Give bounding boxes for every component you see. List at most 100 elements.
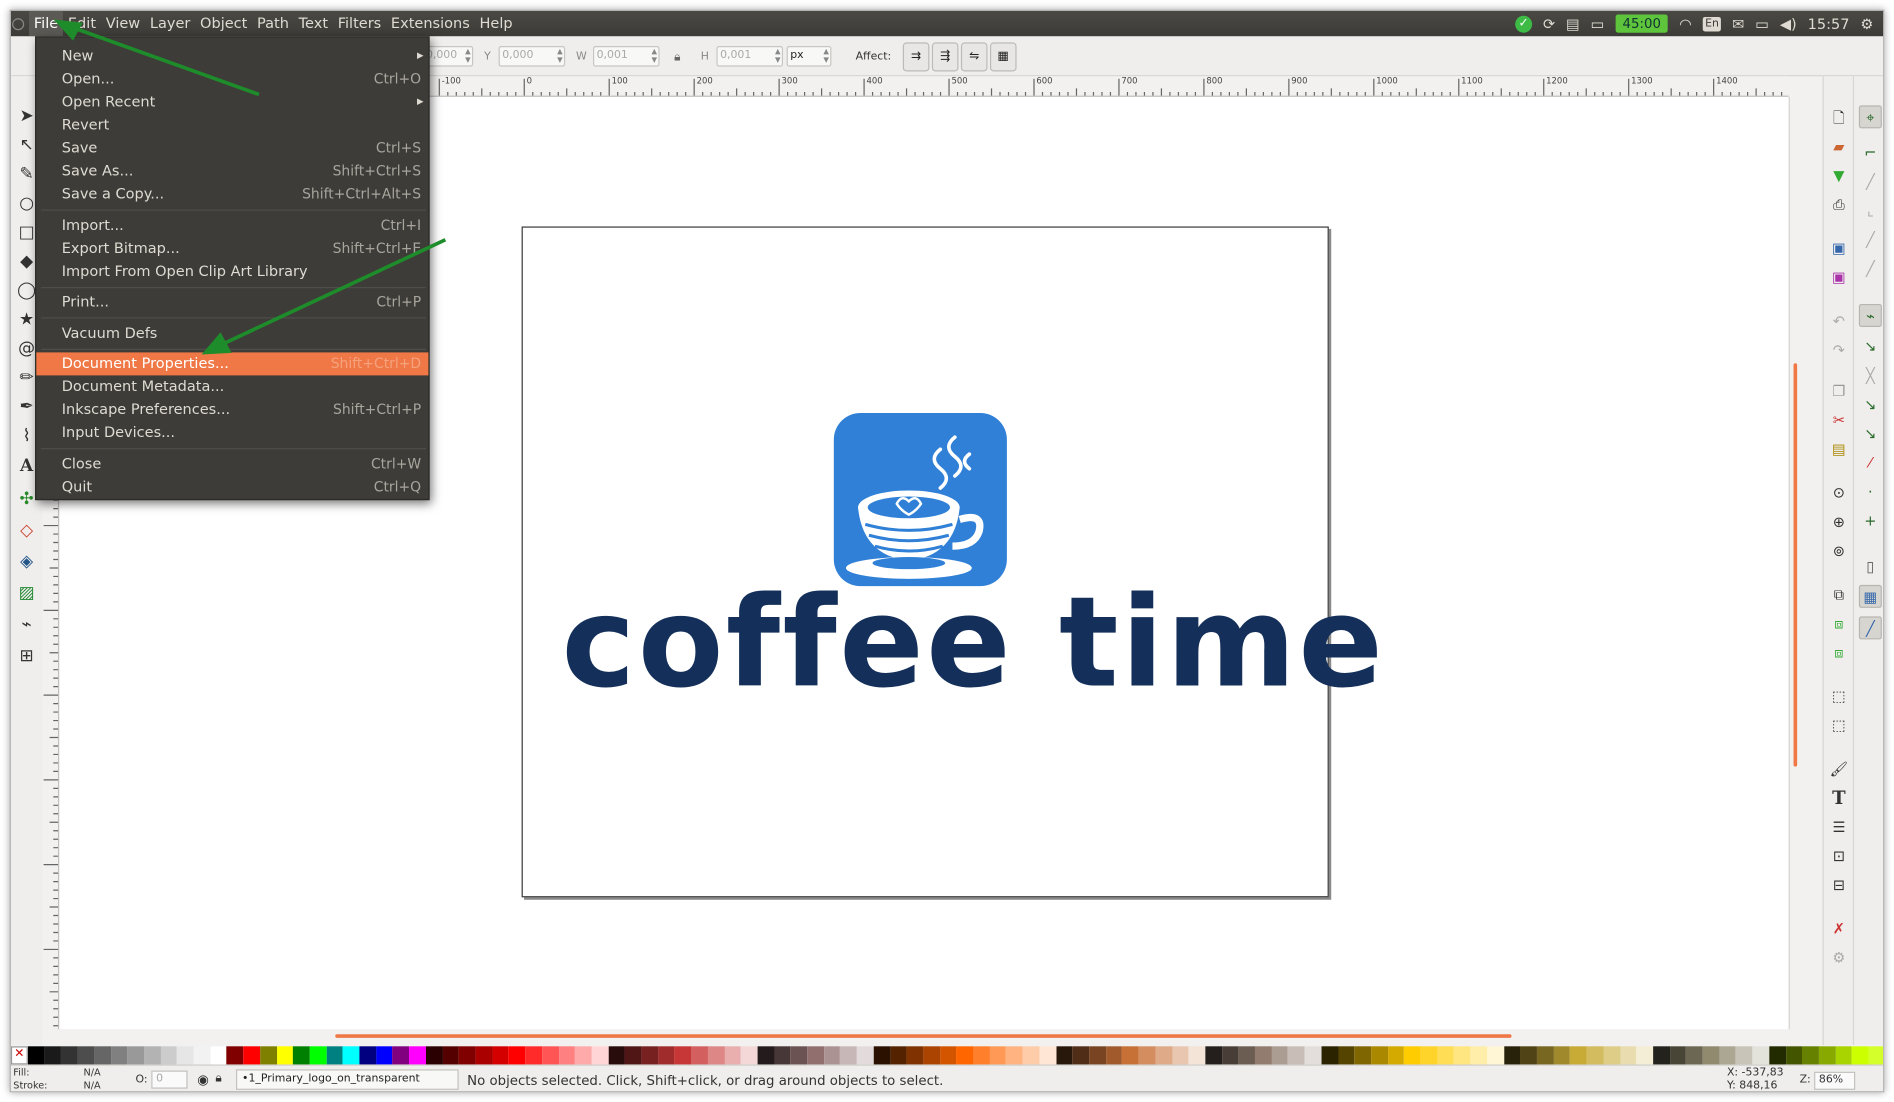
snap-bbox-midpoint-icon[interactable]: ╱ [1859,229,1882,252]
current-layer-select[interactable]: •1_Primary_logo_on_transparent [235,1069,459,1090]
ungroup-icon[interactable]: ⬚ [1829,716,1850,737]
file-menu-item[interactable]: Export Bitmap... Shift+Ctrl+E [36,237,428,260]
transform-gradients-icon[interactable]: ⇋ [960,42,988,72]
snap-path-icon[interactable]: ↘ [1859,335,1882,358]
mail-icon[interactable]: ✉ [1732,15,1744,32]
file-menu-item[interactable]: Quit Ctrl+Q [36,475,428,498]
file-menu-item[interactable]: Document Properties... Shift+Ctrl+D [36,352,429,376]
palette-swatch[interactable] [1371,1046,1388,1065]
palette-swatch[interactable] [823,1046,841,1065]
file-menu-item[interactable]: Import From Open Clip Art Library [36,260,428,283]
palette-swatch[interactable] [658,1046,675,1065]
palette-swatch[interactable] [1719,1046,1736,1065]
palette-swatch[interactable] [143,1046,161,1065]
palette-swatch[interactable] [1006,1046,1023,1065]
palette-swatch[interactable] [1785,1046,1803,1065]
menu-edit[interactable]: Edit [63,11,101,36]
palette-swatch[interactable] [1702,1046,1720,1065]
snap-cusp-nodes-icon[interactable]: ↘ [1859,394,1882,417]
palette-swatch[interactable] [1802,1046,1819,1065]
align-distribute-icon[interactable]: ⊟ [1829,876,1850,897]
palette-swatch[interactable] [873,1046,891,1065]
snap-path-intersection-icon[interactable]: ╳ [1859,365,1882,388]
palette-swatch[interactable] [541,1046,559,1065]
palette-swatch[interactable] [210,1046,227,1065]
palette-swatch[interactable] [774,1046,791,1065]
file-menu-item[interactable]: Input Devices... [36,421,428,444]
duplicate-icon[interactable]: ⧉ [1829,585,1850,606]
palette-swatch[interactable] [475,1046,493,1065]
bucket-tool-icon[interactable]: ◈ [16,551,38,573]
export-icon[interactable]: ▣ [1829,268,1850,289]
save-icon[interactable]: ▼ [1829,166,1850,187]
snap-rotation-center-icon[interactable]: + [1859,510,1882,533]
palette-swatch[interactable] [558,1046,576,1065]
palette-swatch[interactable] [1752,1046,1770,1065]
timer-indicator[interactable]: 45:00 [1615,14,1669,33]
palette-swatch[interactable] [293,1046,310,1065]
volume-icon[interactable]: ◀) [1780,15,1797,32]
palette-swatch[interactable] [1221,1046,1239,1065]
palette-swatch[interactable] [1586,1046,1604,1065]
palette-swatch[interactable] [1868,1046,1884,1065]
palette-swatch[interactable] [1769,1046,1786,1065]
stroke-value[interactable]: N/A [84,1080,101,1091]
palette-swatch[interactable] [226,1046,244,1065]
snap-bbox-icon[interactable]: ⌐ [1859,142,1882,165]
enable-snapping-icon[interactable]: ⌖ [1858,105,1882,129]
y-input[interactable]: 0,000 ▲ ▼ [498,46,566,67]
copy-icon[interactable]: ❐ [1829,381,1850,402]
snap-bbox-center-icon[interactable]: ╱ [1859,258,1882,281]
palette-swatch[interactable] [459,1046,476,1065]
menu-help[interactable]: Help [475,11,518,36]
zoom-input[interactable]: 86% [1814,1071,1856,1090]
menu-path[interactable]: Path [252,11,294,36]
palette-swatch[interactable] [1089,1046,1106,1065]
palette-swatch[interactable] [342,1046,360,1065]
menu-filters[interactable]: Filters [333,11,386,36]
palette-swatch[interactable] [1437,1046,1455,1065]
palette-swatch[interactable] [1056,1046,1073,1065]
palette-swatch[interactable] [392,1046,410,1065]
paste-icon[interactable]: ▤ [1829,440,1850,461]
vertical-scrollbar[interactable] [1788,96,1818,1030]
file-menu-item[interactable]: Vacuum Defs [36,322,428,345]
palette-swatch[interactable] [1619,1046,1637,1065]
snap-guide-icon[interactable]: ╱ [1858,616,1882,640]
scale-stroke-icon[interactable]: ⇉ [902,42,930,72]
snap-smooth-nodes-icon[interactable]: ↘ [1859,423,1882,446]
palette-swatch[interactable] [1536,1046,1554,1065]
file-menu-item[interactable]: Open Recent ▶ [36,91,428,114]
import-icon[interactable]: ▣ [1829,239,1850,260]
palette-swatch[interactable] [1852,1046,1869,1065]
snap-nodes-icon[interactable]: ⌁ [1858,303,1882,327]
menu-view[interactable]: View [101,11,145,36]
palette-swatch[interactable] [1271,1046,1289,1065]
layer-lock-icon[interactable]: 🔒︎ [215,1072,221,1085]
palette-swatch[interactable] [1818,1046,1836,1065]
palette-swatch[interactable] [508,1046,526,1065]
palette-swatch[interactable] [641,1046,659,1065]
palette-swatch[interactable] [94,1046,111,1065]
clipboard-icon[interactable]: ▤ [1566,15,1580,32]
palette-swatch[interactable] [1138,1046,1156,1065]
palette-swatch[interactable] [1288,1046,1305,1065]
file-menu-item[interactable]: Print... Ctrl+P [36,291,428,314]
print-icon[interactable]: ⎙ [1829,195,1850,216]
file-menu-item[interactable]: New ▶ [36,45,428,68]
logo-wordmark[interactable]: coffee time [562,570,1383,715]
palette-swatch[interactable] [1503,1046,1521,1065]
file-menu-item[interactable]: Save a Copy... Shift+Ctrl+Alt+S [36,183,428,206]
palette-swatch[interactable] [956,1046,974,1065]
file-menu-item[interactable]: Save As... Shift+Ctrl+S [36,160,428,183]
unit-select[interactable]: px ▲ ▼ [786,46,832,67]
palette-swatch[interactable] [1669,1046,1687,1065]
check-circle-icon[interactable]: ✓ [1515,15,1533,33]
snap-page-border-icon[interactable]: ▯ [1859,556,1882,579]
palette-swatch[interactable] [1603,1046,1620,1065]
no-paint-swatch[interactable]: ✕ [10,1046,28,1065]
palette-swatch[interactable] [160,1046,178,1065]
preferences-icon[interactable]: ✗ [1829,919,1850,940]
palette-swatch[interactable] [243,1046,261,1065]
palette-swatch[interactable] [177,1046,194,1065]
